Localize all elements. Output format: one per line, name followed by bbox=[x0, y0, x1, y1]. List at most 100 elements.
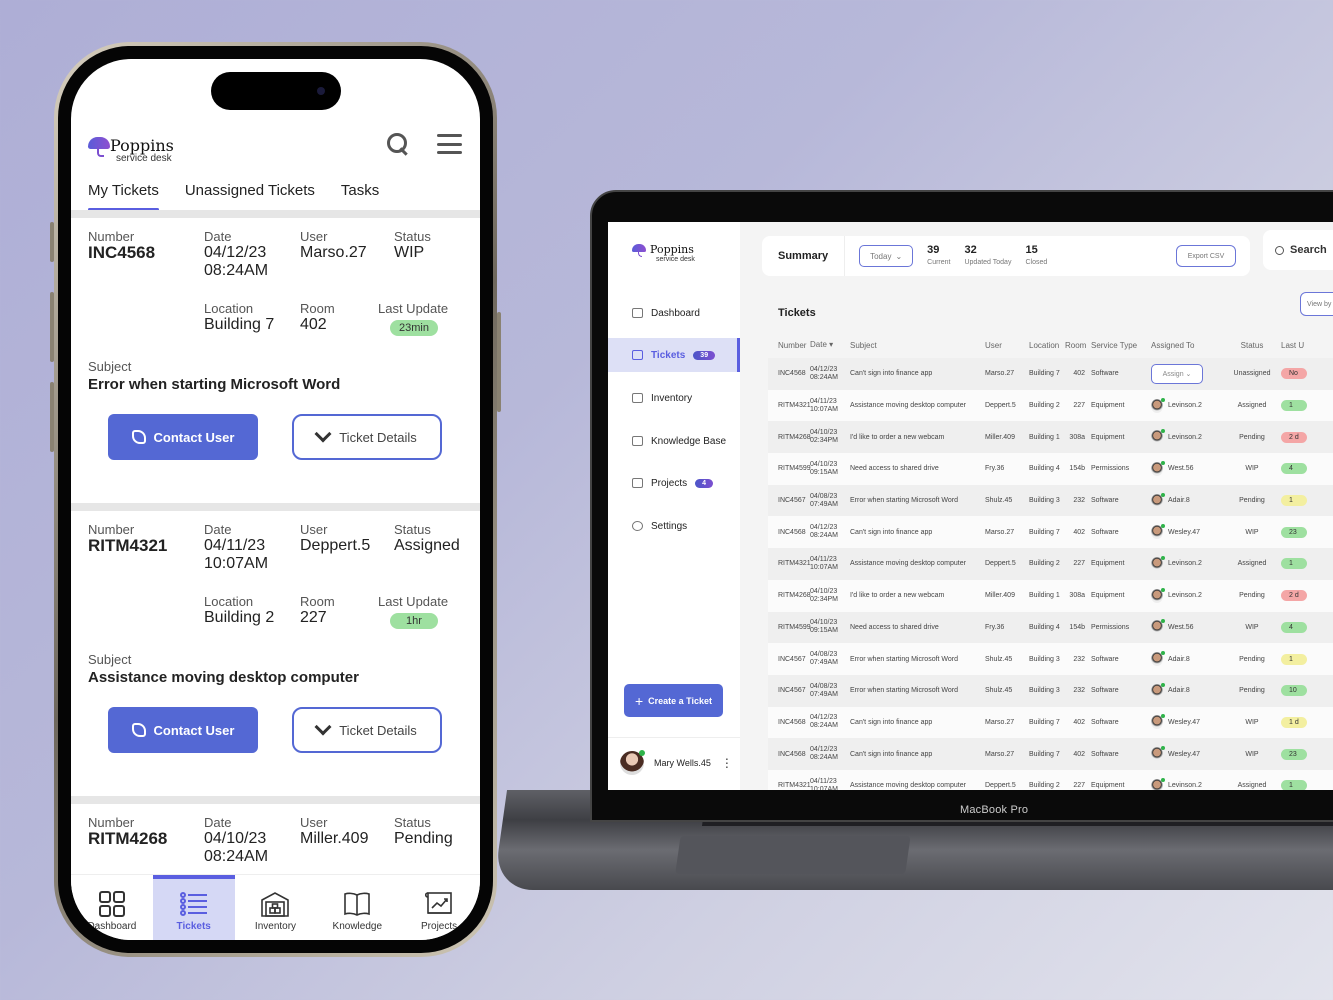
cell-assigned-to: Adair.8 bbox=[1151, 492, 1223, 508]
cell-date: 04/08/23 07:49AM bbox=[810, 682, 839, 698]
nav-label: Dashboard bbox=[87, 921, 137, 932]
create-ticket-button[interactable]: + Create a Ticket bbox=[624, 684, 723, 717]
cell-status: WIP bbox=[1245, 623, 1259, 631]
col-date-header[interactable]: Date ▾ bbox=[810, 341, 850, 349]
cell-last-update: 1 bbox=[1281, 780, 1321, 790]
sidebar-label: Knowledge Base bbox=[651, 435, 727, 447]
period-dropdown[interactable]: Today ⌄ bbox=[859, 245, 914, 267]
tab-my-tickets[interactable]: My Tickets bbox=[88, 182, 159, 211]
cell-date: 04/11/23 10:07AM bbox=[810, 555, 839, 571]
table-row[interactable]: INC4568 04/12/23 08:24AM Can't sign into fi… bbox=[768, 516, 1333, 549]
cell-last-update: 1 bbox=[1281, 495, 1321, 507]
sidebar-item-tickets[interactable]: Tickets 39 bbox=[608, 338, 740, 372]
last-update-badge: 2 d bbox=[1281, 590, 1307, 602]
table-row[interactable]: INC4568 04/12/23 08:24AM Can't sign into fi… bbox=[768, 738, 1333, 770]
table-row[interactable]: RITM4268 04/10/23 02:34PM I'd like to order… bbox=[768, 421, 1333, 454]
avatar[interactable] bbox=[620, 749, 645, 775]
cell-assigned-to: Adair.8 bbox=[1151, 682, 1223, 698]
app-logo: Poppins service desk bbox=[88, 137, 174, 164]
table-row[interactable]: INC4567 04/08/23 07:49AM Error when startin… bbox=[768, 643, 1333, 675]
cell-location: Building 7 bbox=[1029, 750, 1060, 758]
nav-projects[interactable]: Projects bbox=[398, 875, 480, 940]
cell-subject: Assistance moving desktop computer bbox=[850, 560, 966, 568]
sidebar-item-settings[interactable]: Settings bbox=[608, 509, 740, 543]
table-row[interactable]: RITM4321 04/11/23 10:07AM Assistance moving… bbox=[768, 548, 1333, 580]
col-last-update-header[interactable]: Last U bbox=[1281, 341, 1321, 350]
search-box[interactable]: Search bbox=[1263, 230, 1333, 270]
tab-tasks[interactable]: Tasks bbox=[341, 182, 379, 211]
ticket-user: Miller.409 bbox=[300, 830, 369, 847]
table-row[interactable]: INC4567 04/08/23 07:49AM Error when startin… bbox=[768, 674, 1333, 707]
brand-name: Poppins bbox=[650, 243, 694, 256]
ticket-subject: Error when starting Microsoft Word bbox=[88, 376, 341, 393]
bottom-navigation: Dashboard Tickets Inventory Knowledge Pr… bbox=[71, 874, 480, 940]
last-update-badge: 4 bbox=[1281, 621, 1307, 633]
warehouse-icon bbox=[261, 891, 290, 917]
hamburger-menu-icon[interactable] bbox=[437, 134, 462, 154]
stat-label: Current bbox=[927, 258, 951, 266]
cell-location: Building 1 bbox=[1029, 433, 1060, 441]
assign-dropdown[interactable]: Assign ⌄ bbox=[1151, 363, 1203, 384]
table-row[interactable]: RITM4599 04/10/23 09:15AM Need access to sh… bbox=[768, 611, 1333, 644]
table-row[interactable]: RITM4321 04/11/23 10:07AM Assistance moving… bbox=[768, 389, 1333, 422]
sidebar-item-knowledge-base[interactable]: Knowledge Base bbox=[608, 424, 740, 458]
more-options-icon[interactable]: ⋮ bbox=[721, 756, 733, 770]
col-number-header[interactable]: Number bbox=[768, 341, 810, 350]
search-icon[interactable] bbox=[387, 133, 409, 155]
ticket-details-label: Ticket Details bbox=[339, 722, 417, 738]
date-label: Date bbox=[204, 815, 232, 830]
col-user-header[interactable]: User bbox=[985, 341, 1029, 350]
cell-subject: Error when starting Microsoft Word bbox=[850, 687, 959, 695]
table-row[interactable]: INC4568 04/12/23 08:24AM Can't sign into fi… bbox=[768, 358, 1333, 390]
nav-dashboard[interactable]: Dashboard bbox=[71, 875, 153, 940]
table-row[interactable]: RITM4268 04/10/23 02:34PM I'd like to order… bbox=[768, 579, 1333, 612]
col-subject-header[interactable]: Subject bbox=[850, 341, 985, 350]
projects-count-badge: 4 bbox=[695, 478, 714, 488]
umbrella-logo-icon bbox=[632, 244, 646, 258]
cell-status: Pending bbox=[1239, 433, 1265, 441]
create-ticket-label: Create a Ticket bbox=[648, 695, 713, 706]
cell-subject: Error when starting Microsoft Word bbox=[850, 655, 959, 663]
sidebar-item-projects[interactable]: Projects 4 bbox=[608, 466, 740, 500]
cell-room: 308a bbox=[1069, 433, 1085, 441]
col-status-header[interactable]: Status bbox=[1223, 341, 1281, 350]
contact-user-button[interactable]: Contact User bbox=[108, 707, 258, 753]
cell-room: 232 bbox=[1073, 497, 1085, 505]
sidebar-item-dashboard[interactable]: Dashboard bbox=[608, 296, 740, 330]
tab-unassigned-tickets[interactable]: Unassigned Tickets bbox=[185, 182, 315, 211]
assignee-name: West.56 bbox=[1168, 623, 1194, 631]
chevron-down-icon bbox=[314, 425, 332, 443]
ticket-details-button[interactable]: Ticket Details bbox=[292, 414, 442, 460]
divider bbox=[71, 796, 480, 804]
phone-icon bbox=[131, 723, 146, 737]
last-update-badge: 23 bbox=[1281, 526, 1307, 538]
table-row[interactable]: INC4567 04/08/23 07:49AM Error when startin… bbox=[768, 484, 1333, 517]
assignee-name: Wesley.47 bbox=[1168, 718, 1201, 726]
assignee-avatar bbox=[1151, 777, 1165, 790]
view-by-dropdown[interactable]: View by bbox=[1300, 292, 1333, 316]
ticket-details-button[interactable]: Ticket Details bbox=[292, 707, 442, 753]
nav-tickets[interactable]: Tickets bbox=[152, 875, 235, 940]
nav-inventory[interactable]: Inventory bbox=[235, 875, 317, 940]
cell-service-type: Software bbox=[1091, 687, 1119, 695]
ticket-room: 227 bbox=[300, 609, 327, 626]
sidebar-label: Projects bbox=[651, 477, 688, 489]
export-csv-button[interactable]: Export CSV bbox=[1176, 245, 1236, 267]
cell-user: Marso.27 bbox=[985, 528, 1015, 536]
brand-subtitle: service desk bbox=[116, 153, 172, 164]
table-row[interactable]: INC4568 04/12/23 08:24AM Can't sign into fi… bbox=[768, 706, 1333, 739]
cell-status: Pending bbox=[1239, 687, 1265, 695]
cell-user: Shulz.45 bbox=[985, 687, 1013, 695]
table-row[interactable]: RITM4599 04/10/23 09:15AM Need access to sh… bbox=[768, 453, 1333, 485]
brand-name: Poppins bbox=[110, 136, 174, 155]
last-update-badge: 10 bbox=[1281, 685, 1307, 697]
nav-knowledge[interactable]: Knowledge bbox=[316, 875, 398, 940]
col-room-header[interactable]: Room bbox=[1065, 341, 1091, 350]
col-location-header[interactable]: Location bbox=[1029, 341, 1065, 350]
contact-user-button[interactable]: Contact User bbox=[108, 414, 258, 460]
search-icon bbox=[1275, 245, 1284, 255]
table-row[interactable]: RITM4321 04/11/23 10:07AM Assistance moving… bbox=[768, 769, 1333, 790]
col-service-type-header[interactable]: Service Type bbox=[1091, 341, 1151, 350]
col-assigned-to-header[interactable]: Assigned To bbox=[1151, 341, 1223, 350]
sidebar-item-inventory[interactable]: Inventory bbox=[608, 381, 740, 415]
